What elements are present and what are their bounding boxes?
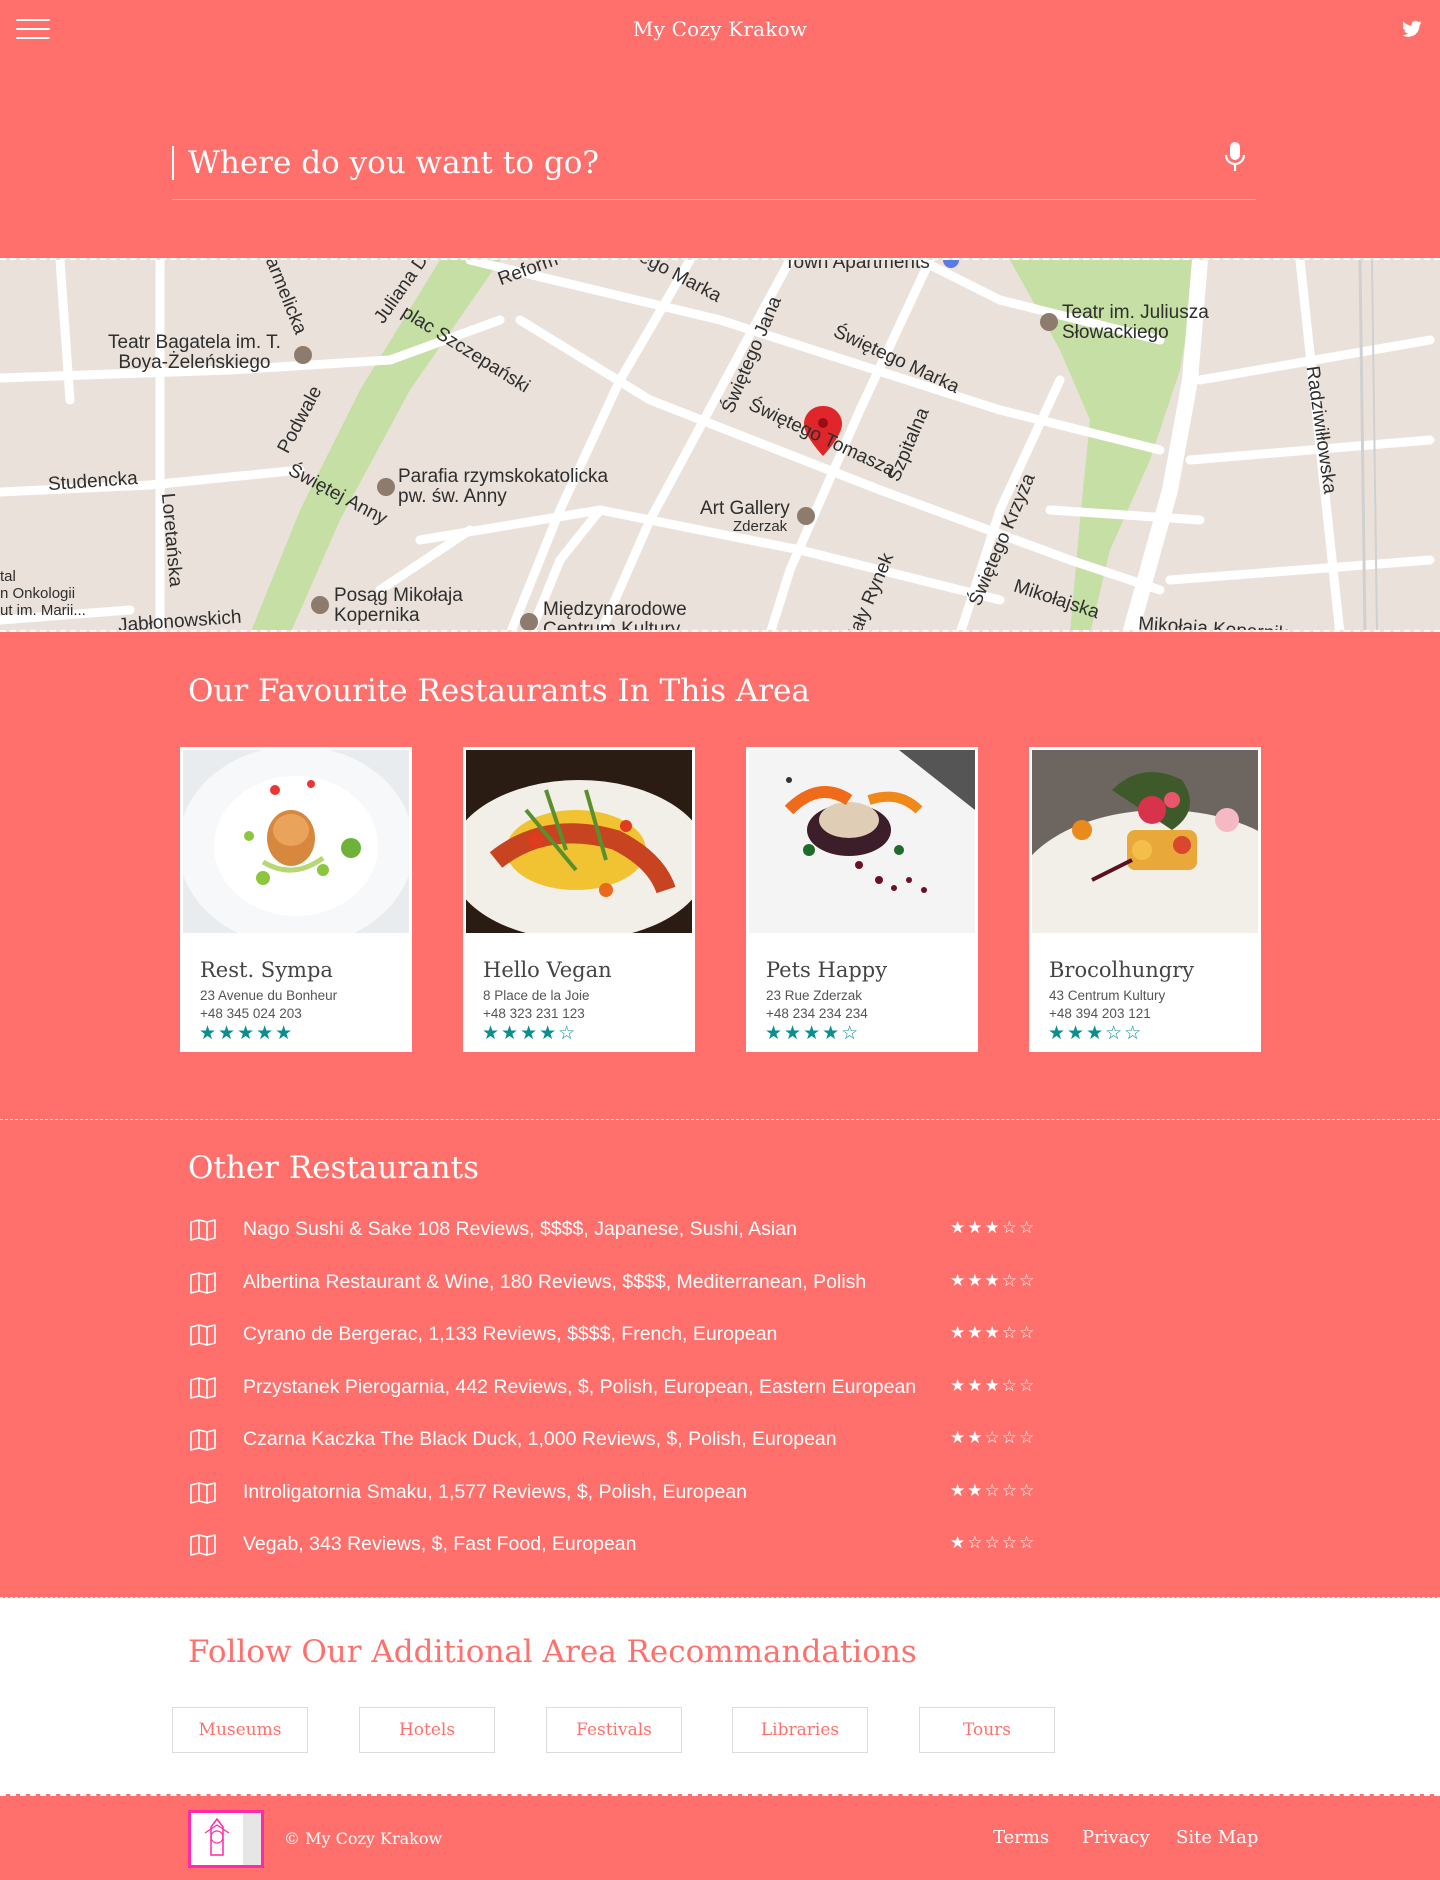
restaurant-address: 23 Avenue du Bonheur xyxy=(200,988,338,1003)
site-logo[interactable] xyxy=(188,1810,264,1868)
text-cursor xyxy=(172,146,174,180)
book-map-icon xyxy=(190,1377,216,1399)
book-map-icon xyxy=(190,1272,216,1294)
search-input[interactable] xyxy=(188,140,1168,186)
section-divider xyxy=(0,1119,1440,1120)
book-map-icon xyxy=(190,1324,216,1346)
other-restaurant-label: Nago Sushi & Sake 108 Reviews, $$$$, Jap… xyxy=(243,1218,797,1240)
map-label: Parafia rzymskokatolicka pw. św. Anny xyxy=(398,466,609,507)
star-rating: ★★★☆☆ xyxy=(950,1218,1037,1237)
top-bar: My Cozy Krakow xyxy=(0,0,1440,60)
star-rating: ★☆☆☆☆ xyxy=(950,1533,1037,1552)
book-map-icon xyxy=(190,1534,216,1556)
map-label: Zderzak xyxy=(733,518,788,535)
map-label: Międzynarodowe Centrum Kultury xyxy=(543,599,687,632)
map-label: Teatr im. Juliusza Słowackiego xyxy=(1062,302,1209,343)
star-rating: ★★★☆☆ xyxy=(950,1271,1037,1290)
map-streets xyxy=(0,260,1435,630)
terms-link[interactable]: Terms xyxy=(993,1827,1049,1848)
other-restaurant-label: Przystanek Pierogarnia, 442 Reviews, $, … xyxy=(243,1376,917,1398)
star-rating: ★★★★☆ xyxy=(765,1023,861,1044)
favourites-title: Our Favourite Restaurants In This Area xyxy=(188,673,810,709)
restaurant-phone: +48 394 203 121 xyxy=(1049,1006,1151,1021)
restaurant-photo xyxy=(183,750,409,933)
other-restaurant-label: Czarna Kaczka The Black Duck, 1,000 Revi… xyxy=(243,1428,837,1450)
restaurant-card[interactable]: Brocolhungry 43 Centrum Kultury +48 394 … xyxy=(1029,747,1261,1052)
book-map-icon xyxy=(190,1482,216,1504)
restaurant-name: Hello Vegan xyxy=(483,958,612,982)
other-restaurant-row[interactable]: Cyrano de Bergerac, 1,133 Reviews, $$$$,… xyxy=(188,1321,1068,1351)
other-restaurant-label: Introligatornia Smaku, 1,577 Reviews, $,… xyxy=(243,1481,748,1503)
restaurant-phone: +48 234 234 234 xyxy=(766,1006,868,1021)
restaurant-photo xyxy=(749,750,975,933)
star-rating: ★★☆☆☆ xyxy=(950,1481,1037,1500)
other-restaurant-row[interactable]: Introligatornia Smaku, 1,577 Reviews, $,… xyxy=(188,1479,1068,1509)
other-restaurant-label: Cyrano de Bergerac, 1,133 Reviews, $$$$,… xyxy=(243,1323,778,1345)
restaurant-name: Brocolhungry xyxy=(1049,958,1195,982)
other-restaurants-title: Other Restaurants xyxy=(188,1150,479,1186)
hotels-button[interactable]: Hotels xyxy=(359,1707,495,1753)
book-map-icon xyxy=(190,1219,216,1241)
star-rating: ★★★★☆ xyxy=(482,1023,578,1044)
search-bar xyxy=(172,130,1256,200)
restaurant-address: 23 Rue Zderzak xyxy=(766,988,863,1003)
other-restaurant-label: Vegab, 343 Reviews, $, Fast Food, Europe… xyxy=(243,1533,637,1555)
copyright: © My Cozy Krakow xyxy=(284,1829,443,1848)
star-rating: ★★★☆☆ xyxy=(1048,1023,1144,1044)
other-restaurant-row[interactable]: Vegab, 343 Reviews, $, Fast Food, Europe… xyxy=(188,1531,1068,1561)
star-rating: ★★★☆☆ xyxy=(950,1323,1037,1342)
map[interactable]: Teatr Bagatela im. T. Boya-Żeleńskiego T… xyxy=(0,258,1440,632)
restaurant-card[interactable]: Hello Vegan 8 Place de la Joie +48 323 2… xyxy=(463,747,695,1052)
star-rating: ★★☆☆☆ xyxy=(950,1428,1037,1447)
map-label: Posąg Mikołaja Kopernika xyxy=(334,585,463,626)
book-map-icon xyxy=(190,1429,216,1451)
other-restaurant-label: Albertina Restaurant & Wine, 180 Reviews… xyxy=(243,1271,867,1293)
restaurant-photo xyxy=(1032,750,1258,933)
map-label: Art Gallery xyxy=(700,498,790,519)
map-label: tal n Onkologii ut im. Marii... xyxy=(0,568,86,619)
map-label: Town Apartments xyxy=(784,258,930,273)
star-rating: ★★★☆☆ xyxy=(950,1376,1037,1395)
restaurant-address: 8 Place de la Joie xyxy=(483,988,590,1003)
site-map-link[interactable]: Site Map xyxy=(1176,1827,1258,1848)
restaurant-name: Pets Happy xyxy=(766,958,888,982)
star-rating: ★★★★★ xyxy=(199,1023,295,1044)
other-restaurant-row[interactable]: Albertina Restaurant & Wine, 180 Reviews… xyxy=(188,1269,1068,1299)
museums-button[interactable]: Museums xyxy=(172,1707,308,1753)
other-restaurant-row[interactable]: Nago Sushi & Sake 108 Reviews, $$$$, Jap… xyxy=(188,1216,1068,1246)
privacy-link[interactable]: Privacy xyxy=(1082,1827,1150,1848)
tours-button[interactable]: Tours xyxy=(919,1707,1055,1753)
festivals-button[interactable]: Festivals xyxy=(546,1707,682,1753)
restaurant-card[interactable]: Pets Happy 23 Rue Zderzak +48 234 234 23… xyxy=(746,747,978,1052)
map-label: Teatr Bagatela im. T. Boya-Żeleńskiego xyxy=(108,332,281,373)
restaurant-phone: +48 323 231 123 xyxy=(483,1006,585,1021)
restaurant-card[interactable]: Rest. Sympa 23 Avenue du Bonheur +48 345… xyxy=(180,747,412,1052)
recommendations-title: Follow Our Additional Area Recommandatio… xyxy=(188,1634,917,1670)
restaurant-address: 43 Centrum Kultury xyxy=(1049,988,1166,1003)
restaurant-photo xyxy=(466,750,692,933)
site-title[interactable]: My Cozy Krakow xyxy=(0,17,1440,41)
restaurant-name: Rest. Sympa xyxy=(200,958,333,982)
restaurant-phone: +48 345 024 203 xyxy=(200,1006,302,1021)
recommendations-section: Follow Our Additional Area Recommandatio… xyxy=(0,1598,1440,1794)
microphone-icon[interactable] xyxy=(1222,140,1248,176)
other-restaurant-row[interactable]: Czarna Kaczka The Black Duck, 1,000 Revi… xyxy=(188,1426,1068,1456)
twitter-icon[interactable] xyxy=(1402,20,1422,38)
footer: © My Cozy Krakow Terms Privacy Site Map xyxy=(0,1794,1440,1880)
libraries-button[interactable]: Libraries xyxy=(732,1707,868,1753)
other-restaurant-row[interactable]: Przystanek Pierogarnia, 442 Reviews, $, … xyxy=(188,1374,1068,1404)
